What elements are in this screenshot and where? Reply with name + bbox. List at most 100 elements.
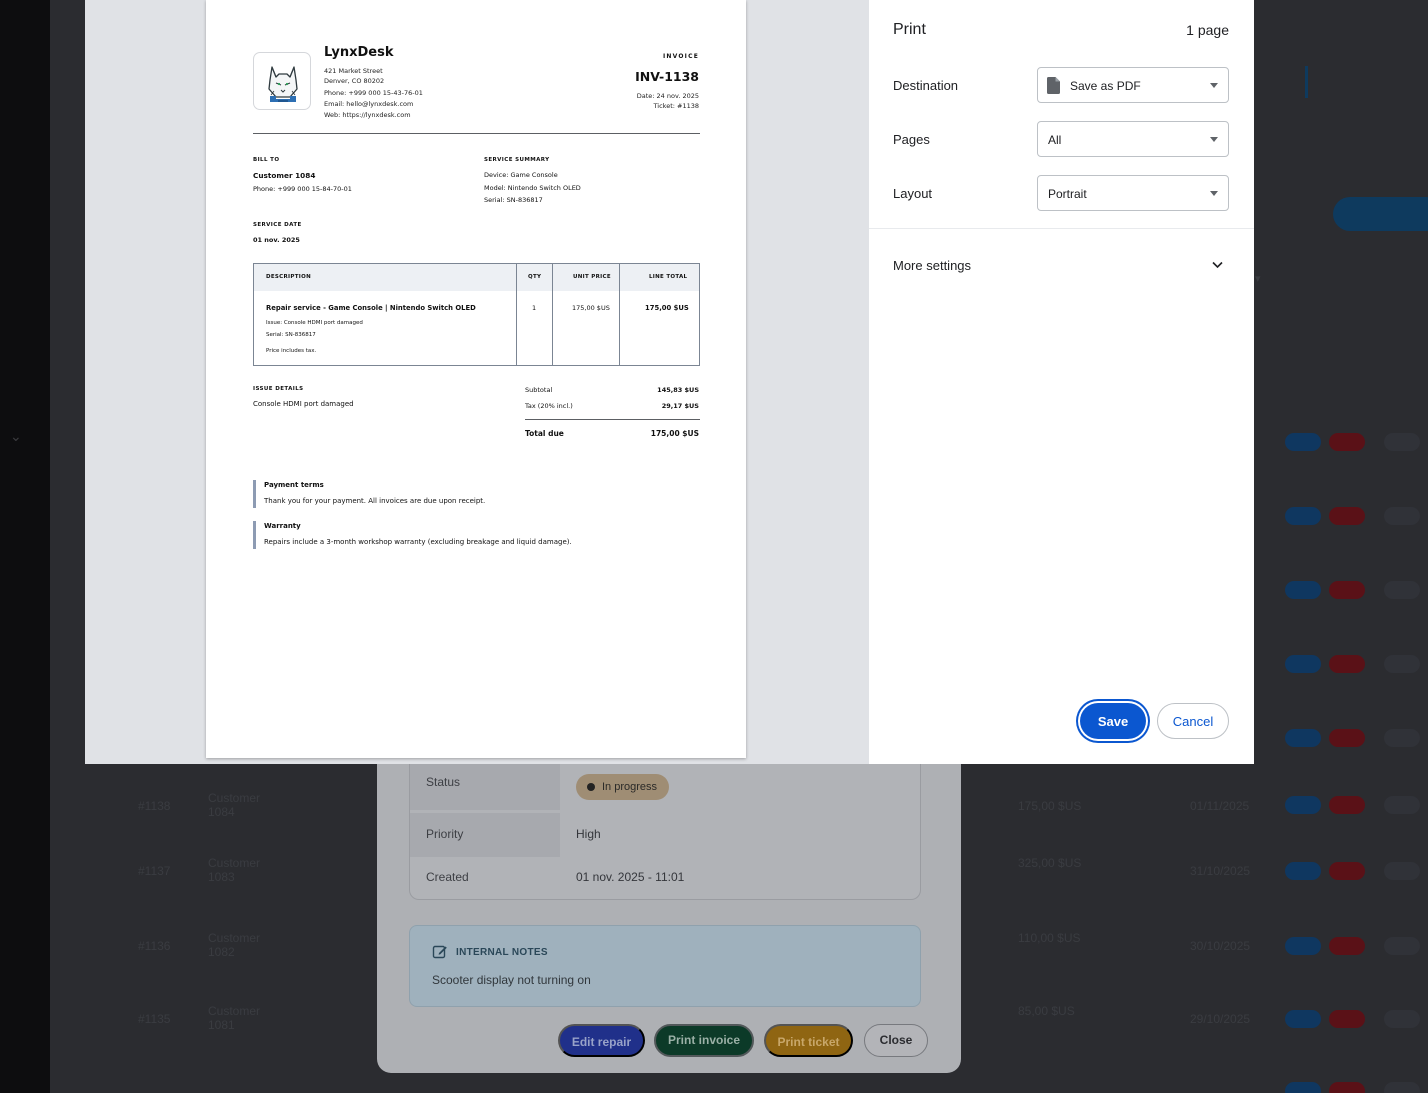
page-count: 1 page [1186, 22, 1229, 38]
status-dot [587, 783, 595, 791]
item-qty: 1 [532, 304, 537, 312]
item-serial: Serial: SN-836817 [266, 332, 316, 338]
status-badge: In progress [576, 774, 670, 800]
row-action-pill[interactable] [1285, 1082, 1321, 1093]
priority-value: High [576, 827, 601, 841]
row-action-pill[interactable] [1329, 433, 1365, 451]
print-title: Print [893, 21, 926, 38]
edit-note-icon [432, 945, 447, 959]
edit-repair-button[interactable]: Edit repair [558, 1024, 645, 1057]
lynx-logo-icon [268, 66, 298, 102]
filter-select[interactable]: ▾ [1255, 272, 1261, 285]
app-sidebar: ⌄ [0, 0, 50, 1093]
dropdown-arrow-icon [1210, 83, 1218, 88]
warranty-text: Repairs include a 3-month workshop warra… [264, 538, 572, 546]
customer-name: Customer 1084 [253, 171, 316, 180]
service-date: 01 nov. 2025 [253, 236, 300, 244]
row-action-pill[interactable] [1329, 1082, 1365, 1093]
pages-label: Pages [893, 132, 930, 147]
company-logo [253, 52, 311, 110]
company-email: Email: hello@lynxdesk.com [324, 100, 414, 108]
more-settings-toggle[interactable]: More settings [869, 246, 1254, 284]
top-selector[interactable] [1305, 66, 1308, 98]
company-address-line2: Denver, CO 80202 [324, 77, 385, 85]
close-button[interactable]: Close [864, 1024, 928, 1057]
row-action-pill[interactable] [1384, 655, 1420, 673]
print-ticket-button[interactable]: Print ticket [764, 1024, 853, 1057]
issue-details-text: Console HDMI port damaged [253, 400, 354, 408]
header-divider [253, 133, 700, 134]
total-due-label: Total due [525, 429, 564, 438]
row-action-pill[interactable] [1285, 729, 1321, 747]
print-invoice-button[interactable]: Print invoice [654, 1024, 754, 1057]
created-value: 01 nov. 2025 - 11:01 [576, 870, 685, 884]
more-settings-label: More settings [893, 258, 972, 273]
item-unit-price: 175,00 $US [572, 304, 610, 312]
document-icon [1047, 77, 1060, 94]
issue-details-heading: ISSUE DETAILS [253, 386, 304, 392]
row-action-pill[interactable] [1329, 729, 1365, 747]
pages-select[interactable]: All [1037, 121, 1229, 157]
table-header [254, 264, 699, 291]
bill-to-heading: BILL TO [253, 157, 280, 163]
cancel-button[interactable]: Cancel [1157, 703, 1229, 739]
item-title: Repair service - Game Console | Nintendo… [266, 304, 476, 312]
service-date-heading: SERVICE DATE [253, 222, 302, 228]
internal-notes-text: Scooter display not turning on [432, 973, 591, 987]
dropdown-arrow-icon [1210, 137, 1218, 142]
layout-select[interactable]: Portrait [1037, 175, 1229, 211]
service-device: Device: Game Console [484, 171, 558, 179]
row-total: 110,00 $US [1018, 931, 1081, 945]
invoice-ticket: Ticket: #1138 [653, 102, 699, 110]
details-card: Status In progress Priority High Created… [409, 740, 921, 900]
tax-value: 29,17 $US [661, 402, 699, 410]
row-date: 01/11/2025 [1190, 799, 1250, 813]
row-date: 31/10/2025 [1190, 864, 1251, 878]
row-action-pill[interactable] [1384, 729, 1420, 747]
total-due-value: 175,00 $US [650, 429, 699, 438]
row-date: 29/10/2025 [1190, 1012, 1251, 1026]
row-total: 325,00 $US [1018, 856, 1082, 870]
priority-label: Priority [426, 827, 464, 841]
row-action-pill[interactable] [1329, 655, 1365, 673]
row-action-pill[interactable] [1384, 1082, 1420, 1093]
row-action-pill[interactable] [1384, 433, 1420, 451]
row-total: 85,00 $US [1018, 1004, 1075, 1018]
item-note: Price includes tax. [266, 348, 317, 354]
column-divider [552, 264, 553, 365]
row-id: #1138 [138, 799, 171, 813]
row-action-pill[interactable] [1285, 655, 1321, 673]
item-issue: Issue: Console HDMI port damaged [266, 320, 363, 326]
chevron-down-icon[interactable]: ⌄ [10, 428, 22, 445]
row-action-pill[interactable] [1329, 507, 1365, 525]
row-action-pill[interactable] [1285, 507, 1321, 525]
row-action-pill[interactable] [1384, 507, 1420, 525]
new-repair-button[interactable] [1333, 197, 1428, 231]
status-label: Status [426, 775, 461, 789]
row-date: 30/10/2025 [1190, 939, 1251, 953]
row-action-pill[interactable] [1329, 581, 1365, 599]
repair-details-modal: Status In progress Priority High Created… [377, 740, 961, 1073]
totals-divider [525, 419, 700, 420]
layout-label: Layout [893, 186, 933, 201]
warranty-title: Warranty [264, 522, 301, 530]
row-action-pill[interactable] [1384, 581, 1420, 599]
company-address-line1: 421 Market Street [324, 67, 383, 75]
print-dialog: LynxDesk 421 Market Street Denver, CO 80… [85, 0, 1254, 764]
warranty-accent [253, 521, 256, 549]
pages-value: All [1048, 133, 1062, 147]
row-customer: Customer 1082 [208, 931, 261, 959]
tax-label: Tax (20% incl.) [525, 402, 573, 410]
row-action-pill[interactable] [1285, 433, 1321, 451]
row-total: 175,00 $US [1018, 799, 1082, 813]
row-customer: Customer 1083 [208, 856, 261, 884]
dropdown-arrow-icon [1210, 191, 1218, 196]
destination-select[interactable]: Save as PDF [1037, 67, 1229, 103]
print-preview-area[interactable]: LynxDesk 421 Market Street Denver, CO 80… [85, 0, 869, 764]
invoice-page-preview: LynxDesk 421 Market Street Denver, CO 80… [206, 0, 746, 758]
row-action-pill[interactable] [1285, 581, 1321, 599]
column-divider [516, 264, 517, 365]
subtotal-value: 145,83 $US [657, 386, 699, 394]
created-row: Created 01 nov. 2025 - 11:01 [410, 856, 920, 900]
save-button[interactable]: Save [1080, 703, 1146, 739]
